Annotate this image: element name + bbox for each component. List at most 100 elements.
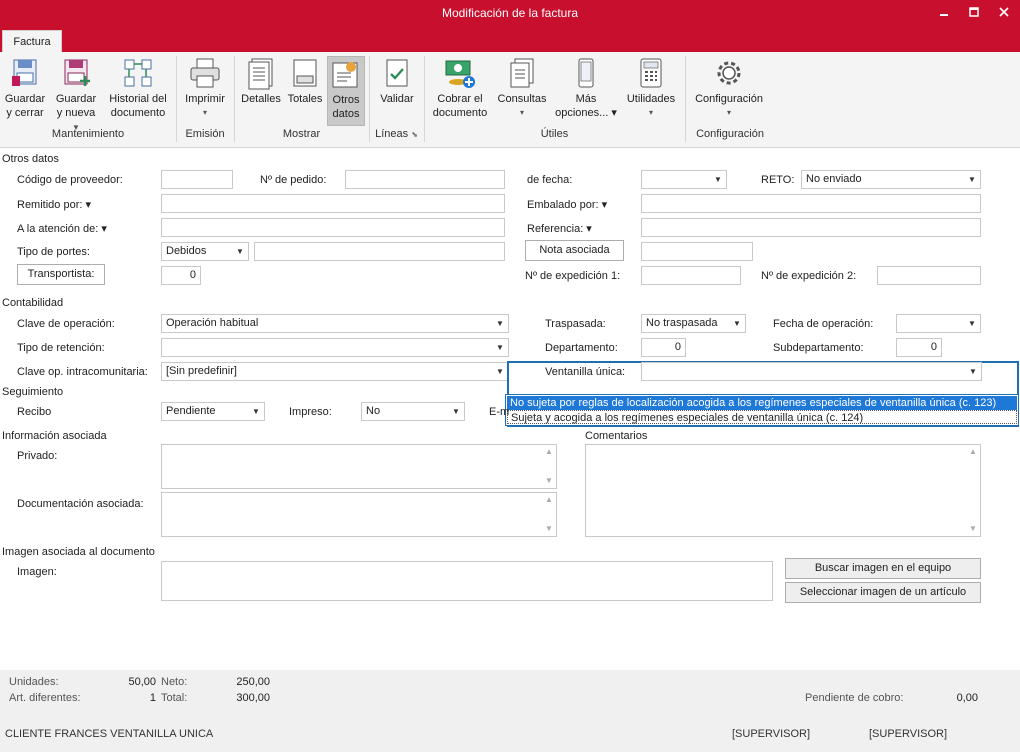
chevron-down-icon[interactable]: ▼ (448, 403, 464, 420)
privado-textarea[interactable]: ▲ ▼ (161, 444, 557, 489)
dialog-launcher-icon[interactable]: ⬊ (411, 130, 418, 139)
transportista-input[interactable]: 0 (161, 266, 201, 285)
save-new-icon (59, 56, 93, 90)
status-footer: Unidades: 50,00 Neto: 250,00 Art. difere… (0, 670, 1020, 752)
seleccionar-imagen-button[interactable]: Seleccionar imagen de un artículo (785, 582, 981, 603)
embalado-por-input[interactable] (641, 194, 981, 213)
scrollbar[interactable]: ▲ ▼ (966, 445, 980, 536)
scrollbar[interactable]: ▲ ▼ (542, 445, 556, 488)
configuration-button[interactable]: Configuración ▾ (690, 56, 768, 120)
mobile-icon (569, 56, 603, 90)
traspasada-select[interactable]: No traspasada ▼ (641, 314, 746, 333)
transportista-button[interactable]: Transportista: (17, 264, 105, 285)
details-button[interactable]: Detalles (239, 56, 283, 106)
scroll-down-icon[interactable]: ▼ (542, 522, 556, 536)
chevron-down-icon[interactable]: ▼ (710, 171, 726, 188)
minimize-icon[interactable] (929, 3, 959, 23)
scrollbar[interactable]: ▲ ▼ (542, 493, 556, 536)
utilities-button[interactable]: Utilidades ▾ (622, 56, 680, 120)
remitido-por-label[interactable]: Remitido por: ▾ (17, 198, 91, 211)
atencion-label[interactable]: A la atención de: ▾ (17, 222, 107, 235)
nota-asociada-input[interactable] (641, 242, 753, 261)
collect-label-2: documento (432, 107, 488, 119)
title-bar: Modificación de la factura (0, 0, 1020, 28)
comentarios-textarea[interactable]: ▲ ▼ (585, 444, 981, 537)
more-options-button[interactable]: Más opciones... ▾ (552, 56, 620, 120)
art-diferentes-value: 1 (149, 692, 156, 704)
history-button[interactable]: Historial del documento (104, 56, 172, 120)
chevron-down-icon[interactable]: ▼ (232, 243, 248, 260)
chevron-down-icon[interactable]: ▼ (964, 315, 980, 332)
other-data-label-2: datos (332, 108, 360, 120)
codigo-proveedor-input[interactable] (161, 170, 233, 189)
save-close-button[interactable]: Guardar y cerrar (2, 56, 48, 120)
atencion-input[interactable] (161, 218, 505, 237)
save-new-button[interactable]: Guardar y nueva ▼ (52, 56, 100, 135)
impreso-select[interactable]: No ▼ (361, 402, 465, 421)
clave-intracom-select[interactable]: [Sin predefinir] ▼ (161, 362, 509, 381)
save-close-label-2: y cerrar (6, 107, 44, 119)
expedicion2-label: Nº de expedición 2: (761, 270, 857, 282)
subdepartamento-input[interactable]: 0 (896, 338, 942, 357)
de-fecha-select[interactable]: ▼ (641, 170, 727, 189)
total-value: 300,00 (236, 692, 270, 704)
dropdown-option[interactable]: No sujeta por reglas de localización aco… (507, 396, 1017, 410)
chevron-down-icon[interactable]: ▼ (964, 171, 980, 188)
chevron-down-icon: ▾ (519, 108, 524, 117)
embalado-por-label[interactable]: Embalado por: ▾ (527, 198, 607, 211)
art-diferentes-label: Art. diferentes: (9, 692, 81, 704)
chevron-down-icon[interactable]: ▼ (492, 315, 508, 332)
other-data-icon (329, 57, 363, 91)
recibo-select[interactable]: Pendiente ▼ (161, 402, 265, 421)
maximize-icon[interactable] (959, 3, 989, 23)
referencia-input[interactable] (641, 218, 981, 237)
referencia-label[interactable]: Referencia: ▾ (527, 222, 592, 235)
scroll-down-icon[interactable]: ▼ (542, 474, 556, 488)
tipo-portes-extra-input[interactable] (254, 242, 505, 261)
collect-button[interactable]: Cobrar el documento (429, 56, 491, 120)
fecha-operacion-select[interactable]: ▼ (896, 314, 981, 333)
imagen-box[interactable] (161, 561, 773, 601)
validate-button[interactable]: Validar (374, 56, 420, 106)
tab-factura[interactable]: Factura (2, 30, 62, 52)
print-button[interactable]: Imprimir ▾ (181, 56, 229, 120)
scroll-up-icon[interactable]: ▲ (542, 445, 556, 459)
subdepartamento-label: Subdepartamento: (773, 342, 864, 354)
expedicion2-input[interactable] (877, 266, 981, 285)
close-icon[interactable] (989, 3, 1019, 23)
scroll-up-icon[interactable]: ▲ (966, 445, 980, 459)
totals-icon (288, 56, 322, 90)
ventanilla-unica-select[interactable]: ▼ (641, 362, 982, 381)
queries-label: Consultas (497, 93, 547, 105)
chevron-down-icon[interactable]: ▼ (965, 363, 981, 380)
scroll-up-icon[interactable]: ▲ (542, 493, 556, 507)
scroll-down-icon[interactable]: ▼ (966, 522, 980, 536)
printer-icon (188, 56, 222, 90)
reto-select[interactable]: No enviado ▼ (801, 170, 981, 189)
queries-button[interactable]: Consultas ▾ (494, 56, 550, 120)
clave-operacion-select[interactable]: Operación habitual ▼ (161, 314, 509, 333)
dropdown-option[interactable]: Sujeta y acogida a los regímenes especia… (507, 410, 1017, 424)
save-new-label-1: Guardar (55, 93, 97, 105)
other-data-button[interactable]: Otros datos (327, 56, 365, 126)
buscar-imagen-button[interactable]: Buscar imagen en el equipo (785, 558, 981, 579)
chevron-down-icon[interactable]: ▼ (492, 363, 508, 380)
totals-button[interactable]: Totales (285, 56, 325, 106)
chevron-down-icon[interactable]: ▼ (248, 403, 264, 420)
n-pedido-input[interactable] (345, 170, 505, 189)
departamento-input[interactable]: 0 (641, 338, 686, 357)
expedicion1-input[interactable] (641, 266, 741, 285)
print-label: Imprimir (185, 93, 225, 105)
tipo-portes-select[interactable]: Debidos ▼ (161, 242, 249, 261)
clave-intracom-label: Clave op. intracomunitaria: (17, 366, 148, 378)
documentacion-textarea[interactable]: ▲ ▼ (161, 492, 557, 537)
remitido-por-input[interactable] (161, 194, 505, 213)
chevron-down-icon[interactable]: ▼ (492, 339, 508, 356)
chevron-down-icon[interactable]: ▼ (729, 315, 745, 332)
tipo-retencion-select[interactable]: ▼ (161, 338, 509, 357)
nota-asociada-button[interactable]: Nota asociada (525, 240, 624, 261)
documentacion-label: Documentación asociada: (17, 498, 144, 510)
pendiente-cobro-label: Pendiente de cobro: (805, 692, 904, 704)
details-label: Detalles (241, 93, 281, 105)
history-label-1: Historial del (109, 93, 167, 105)
